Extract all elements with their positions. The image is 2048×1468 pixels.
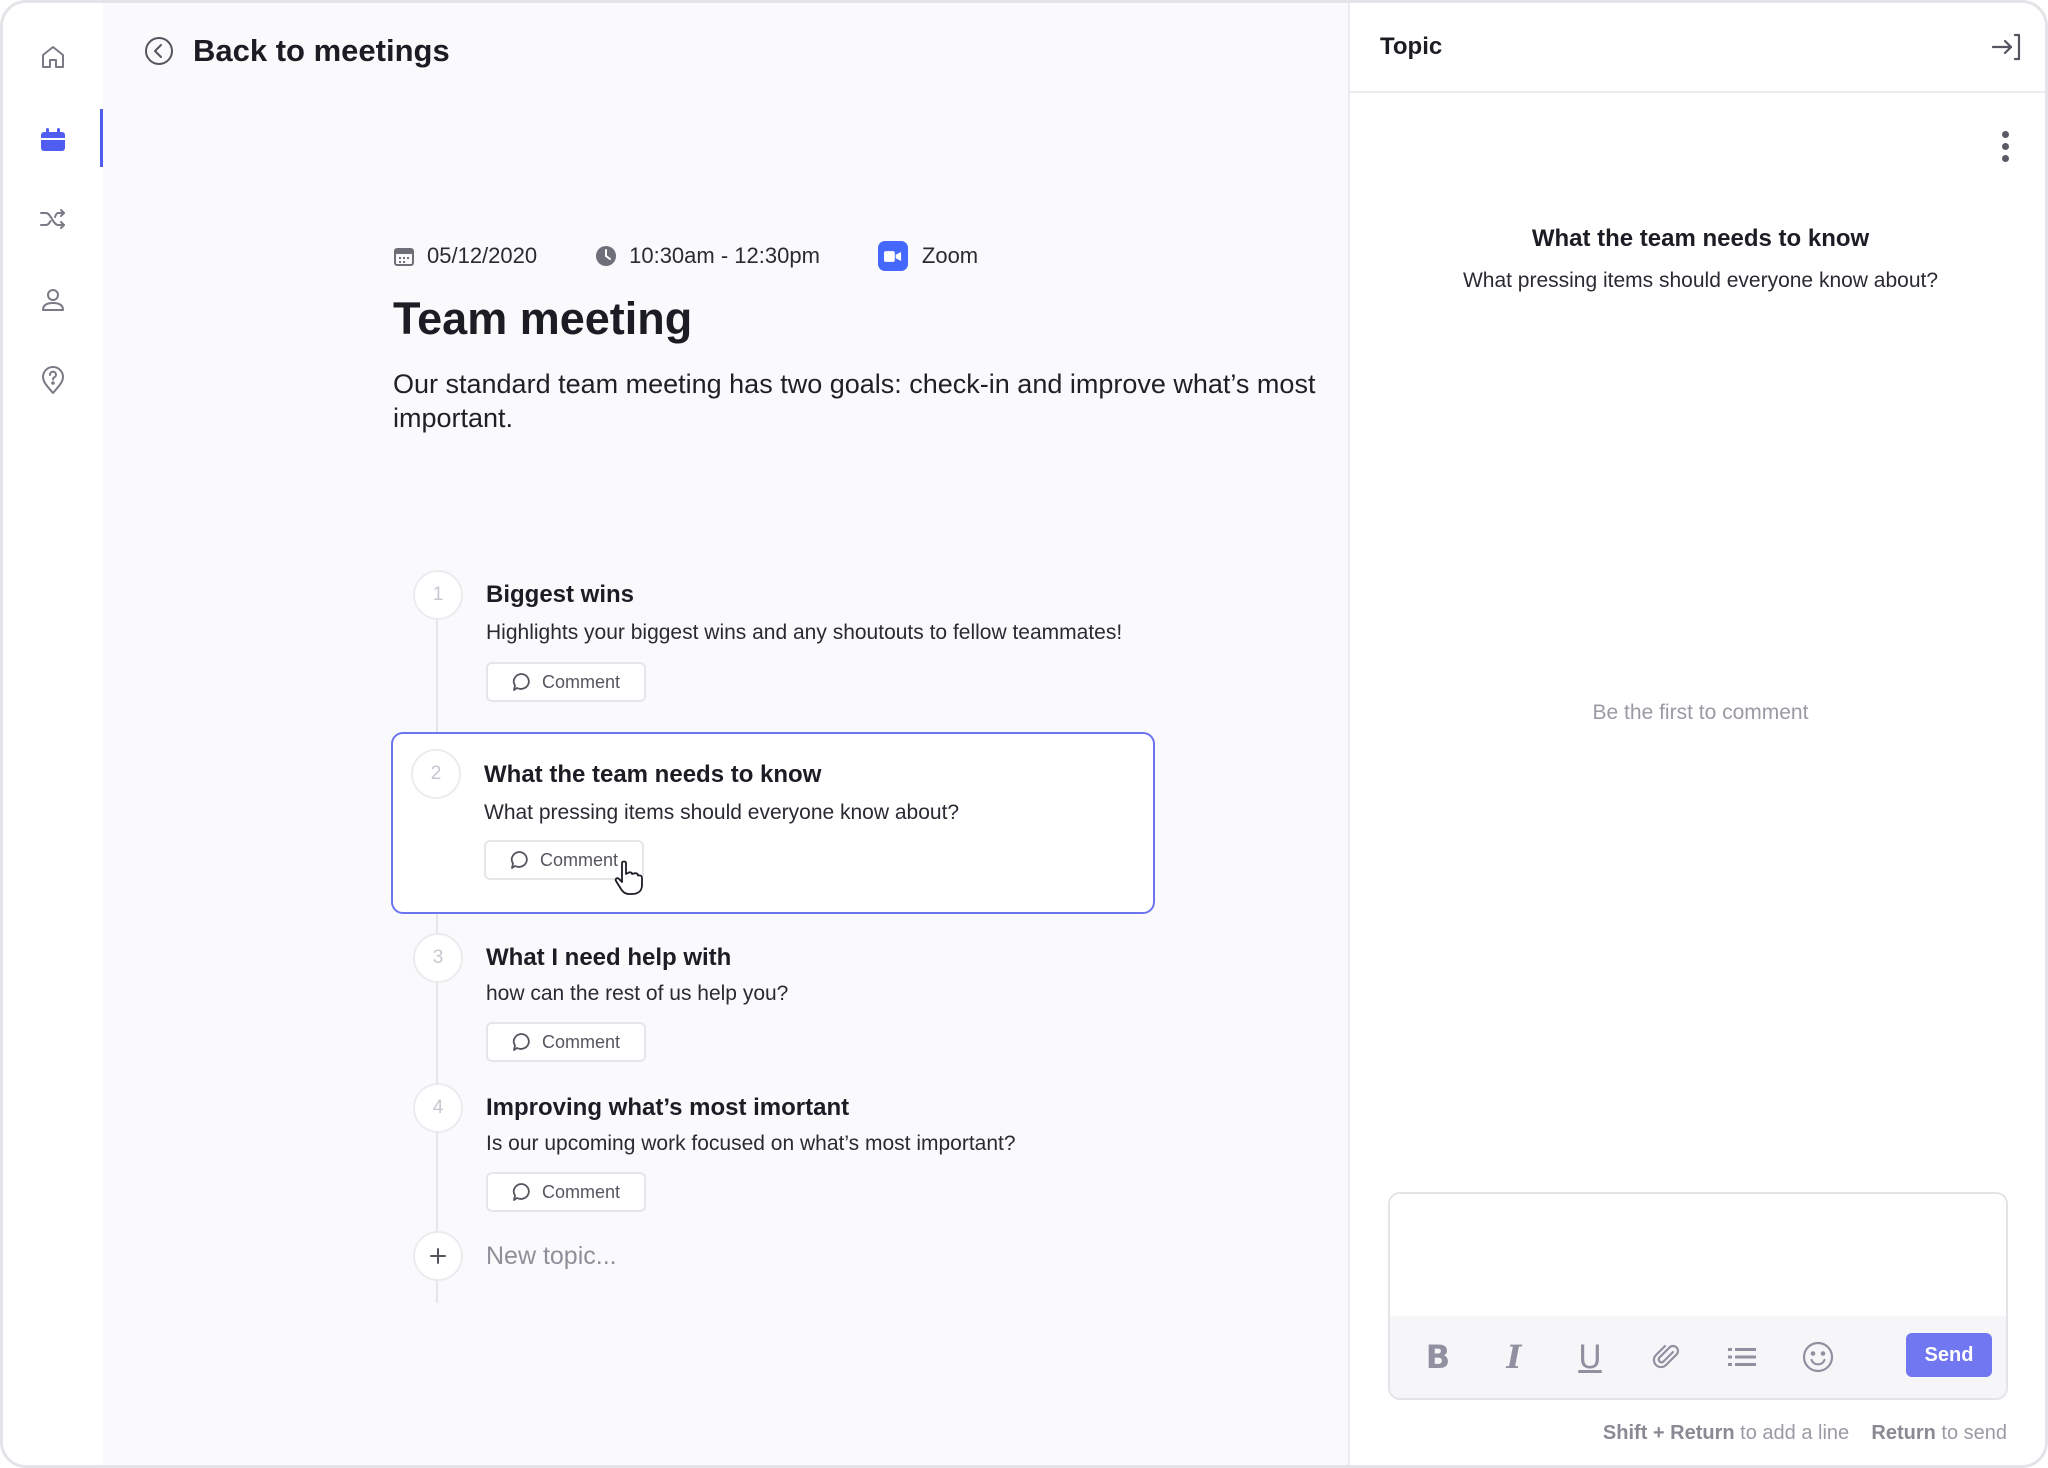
shuffle-icon (40, 209, 65, 229)
topic-subtitle: Highlights your biggest wins and any sho… (486, 621, 1123, 644)
topic-number: 4 (413, 1083, 463, 1133)
topic-number: 1 (413, 570, 463, 620)
chevron-left-circle-icon (145, 37, 173, 65)
comment-button[interactable]: Comment (486, 1022, 646, 1062)
meeting-location[interactable]: Zoom (877, 241, 979, 271)
send-button[interactable]: Send (1906, 1333, 1992, 1377)
panel-topic-title: What the team needs to know (1531, 225, 1870, 252)
panel-topic-subtitle: What pressing items should everyone know… (1462, 269, 1939, 292)
calendar-small-icon (394, 248, 414, 266)
agenda-topic-4[interactable]: 4 Improving what’s most imortant Is our … (393, 1083, 1157, 1213)
sidebar-item-meetings[interactable] (3, 108, 103, 170)
comment-icon (510, 851, 528, 869)
hint-key-return: Return (1871, 1422, 1936, 1444)
plus-icon (413, 1231, 463, 1281)
topic-number: 2 (411, 749, 461, 799)
topic-subtitle: how can the rest of us help you? (486, 982, 789, 1005)
user-icon (42, 289, 64, 311)
meeting-description: Our standard team meeting has two goals:… (393, 369, 1316, 433)
meeting-location-text: Zoom (921, 243, 979, 268)
emoji-icon[interactable] (1800, 1339, 1836, 1375)
zoom-icon (877, 241, 908, 271)
topic-title: Biggest wins (486, 581, 635, 608)
agenda-topic-2[interactable]: 2 What the team needs to know What press… (391, 732, 1155, 914)
comment-icon (512, 1033, 530, 1051)
clock-icon (596, 246, 617, 266)
new-topic-input[interactable]: New topic... (393, 1231, 617, 1281)
hint-text-send: to send (1941, 1422, 2007, 1444)
topic-title: Improving what’s most imortant (486, 1094, 850, 1121)
meeting-time-text: 10:30am - 12:30pm (629, 243, 820, 268)
back-to-meetings-link[interactable]: Back to meetings (143, 33, 450, 69)
topic-subtitle: Is our upcoming work focused on what’s m… (486, 1132, 1016, 1155)
hand-cursor-icon (614, 860, 643, 895)
attach-icon[interactable] (1648, 1339, 1684, 1375)
comment-icon (512, 1183, 530, 1201)
composer-hint: Shift + Return to add a line Return to s… (1603, 1422, 2007, 1445)
comment-label: Comment (539, 849, 619, 870)
topic-panel: Topic What the team needs to know What p… (1348, 3, 2045, 1465)
comment-label: Comment (541, 671, 621, 692)
comment-button[interactable]: Comment (486, 662, 646, 702)
comment-input[interactable] (1390, 1194, 2006, 1318)
comment-icon (512, 673, 530, 691)
app-window: Back to meetings 05/12/2020 10:30am - 12… (0, 0, 2048, 1468)
panel-header: Topic (1350, 3, 2045, 93)
comment-button[interactable]: Comment (486, 1172, 646, 1212)
close-panel-icon[interactable] (1989, 29, 2025, 65)
meeting-date: 05/12/2020 (393, 243, 537, 269)
bold-icon[interactable]: B (1420, 1338, 1456, 1376)
topic-number: 3 (413, 933, 463, 983)
page-title: Team meeting (393, 293, 693, 344)
more-options-icon[interactable] (1999, 131, 2011, 165)
sidebar-item-shuffle[interactable] (3, 188, 103, 250)
new-topic-placeholder: New topic... (486, 1241, 617, 1270)
sidebar (3, 3, 103, 1465)
meeting-meta: 05/12/2020 10:30am - 12:30pm Zoom (393, 241, 1036, 271)
agenda-topic-1[interactable]: 1 Biggest wins Highlights your biggest w… (393, 570, 1157, 712)
comment-label: Comment (541, 1181, 621, 1202)
topic-title: What the team needs to know (484, 761, 822, 788)
help-location-icon (42, 366, 64, 394)
italic-icon[interactable]: I (1496, 1338, 1532, 1376)
formatting-toolbar: B I U Send (1390, 1316, 2006, 1398)
topic-subtitle: What pressing items should everyone know… (484, 801, 960, 824)
meeting-time: 10:30am - 12:30pm (595, 243, 820, 269)
comment-label: Comment (541, 1031, 621, 1052)
sidebar-item-home[interactable] (3, 26, 103, 88)
comment-composer: B I U Send (1388, 1192, 2008, 1400)
hint-key-shift-return: Shift + Return (1602, 1422, 1735, 1444)
calendar-icon (41, 128, 65, 151)
sidebar-item-help[interactable] (3, 349, 103, 411)
back-label: Back to meetings (193, 33, 450, 68)
hint-text-add-line: to add a line (1740, 1422, 1850, 1444)
panel-title: Topic (1380, 33, 1443, 60)
home-icon (42, 46, 64, 68)
sidebar-item-profile[interactable] (3, 269, 103, 331)
meeting-date-text: 05/12/2020 (427, 243, 538, 268)
topic-title: What I need help with (486, 944, 732, 971)
empty-comments-message: Be the first to comment (1592, 701, 1809, 724)
agenda-topic-3[interactable]: 3 What I need help with how can the rest… (393, 933, 1157, 1063)
list-icon[interactable] (1724, 1339, 1760, 1375)
underline-icon[interactable]: U (1572, 1338, 1608, 1376)
